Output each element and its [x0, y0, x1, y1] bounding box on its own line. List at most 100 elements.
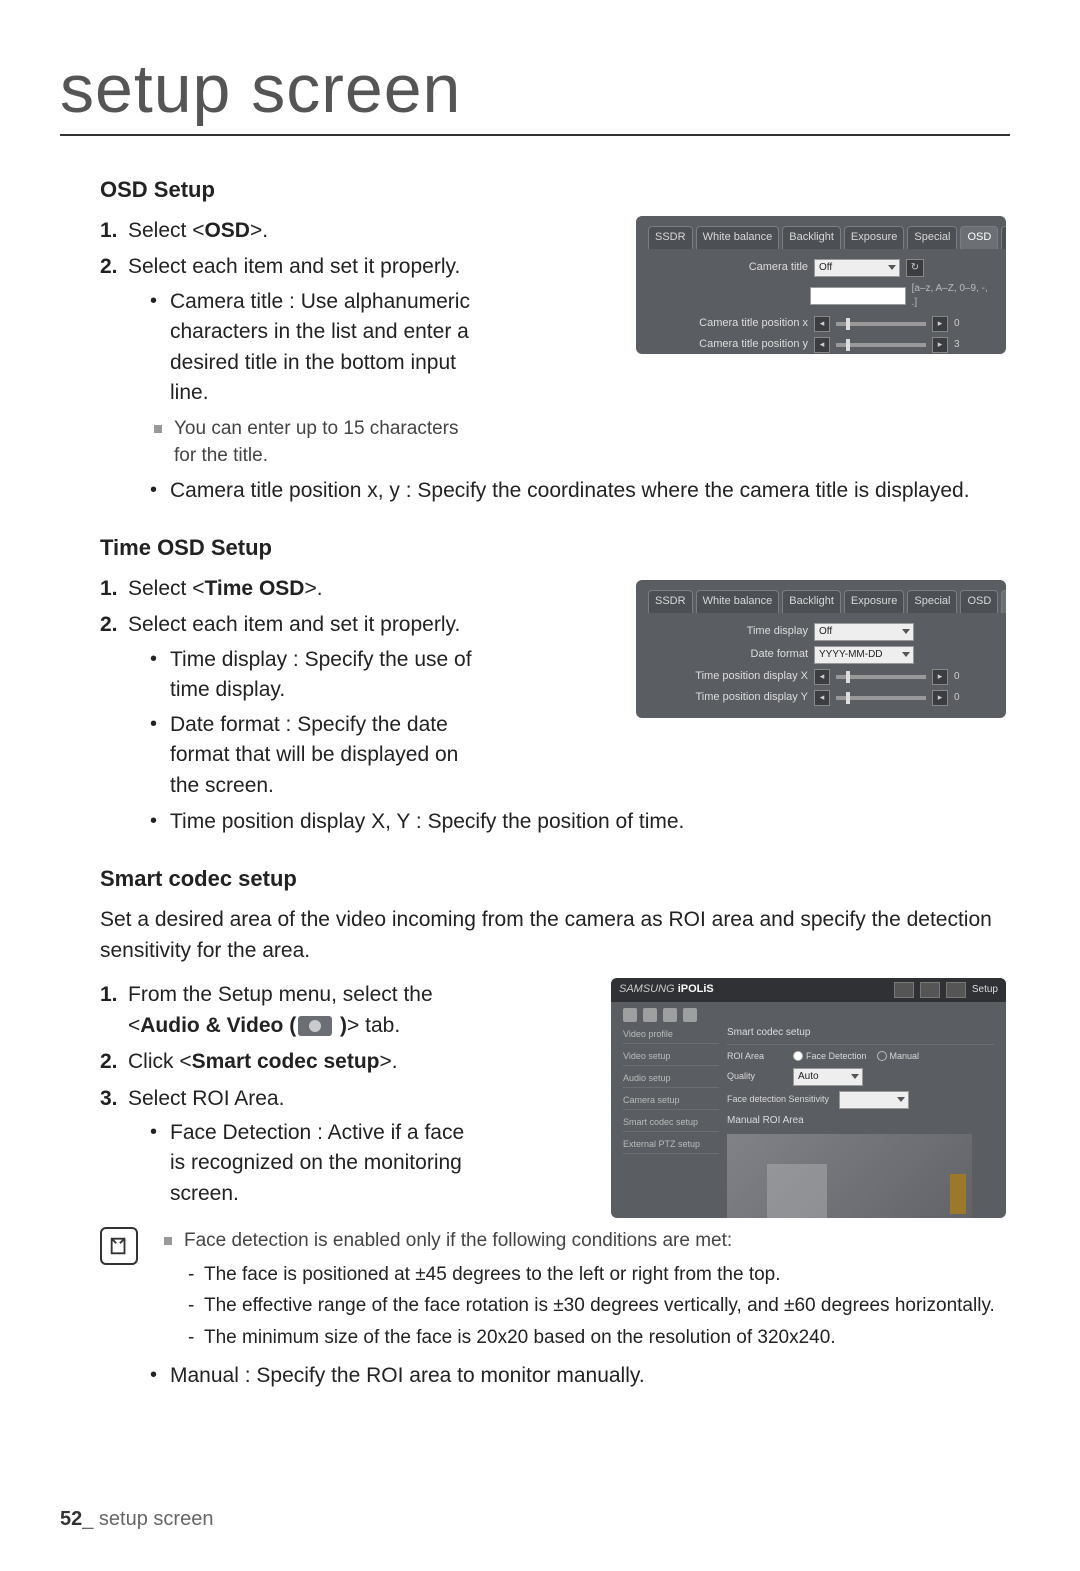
reload-icon[interactable]: ↻ [906, 259, 924, 277]
tab2-exposure[interactable]: Exposure [844, 590, 904, 613]
video-preview[interactable] [727, 1134, 972, 1218]
osd-note-15chars: You can enter up to 15 characters for th… [154, 415, 470, 470]
value-pos-y: 3 [954, 338, 964, 353]
tab2-time-osd[interactable]: Time OSD [1001, 590, 1006, 613]
label-pos-y: Camera title position y [648, 337, 808, 353]
tab2-special[interactable]: Special [907, 590, 957, 613]
osd-step1-bold: OSD [204, 219, 250, 242]
label-pos-x: Camera title position x [648, 316, 808, 332]
label-time-pos-x: Time position display X [648, 669, 808, 685]
dec-x-button[interactable]: ◂ [814, 316, 830, 332]
sidebar-item-video-setup[interactable]: Video setup [623, 1048, 719, 1066]
select-face-sensitivity[interactable] [839, 1091, 909, 1109]
tab2-ssdr[interactable]: SSDR [648, 590, 693, 613]
value-time-pos-x: 0 [954, 670, 964, 685]
smart-step-2: 2. Click <Smart codec setup>. [100, 1047, 475, 1077]
value-time-pos-y: 0 [954, 691, 964, 706]
tab2-backlight[interactable]: Backlight [782, 590, 841, 613]
smart-step2-post: >. [380, 1050, 398, 1073]
smart-step-3: 3. Select ROI Area. Face Detection : Act… [100, 1084, 475, 1210]
smart-dash-minsize: The minimum size of the face is 20x20 ba… [188, 1324, 1000, 1352]
tab-special[interactable]: Special [907, 226, 957, 249]
osd-step1-post: >. [250, 219, 268, 242]
label-face-sensitivity: Face detection Sensitivity [727, 1093, 829, 1106]
sidebar-icon[interactable] [663, 1008, 677, 1022]
sidebar-icon[interactable] [623, 1008, 637, 1022]
page-number: 52 [60, 1508, 82, 1530]
inc-y-button[interactable]: ▸ [932, 337, 948, 353]
sidebar-item-camera-setup[interactable]: Camera setup [623, 1092, 719, 1110]
page-footer: 52_ setup screen [60, 1508, 213, 1531]
slider-pos-y[interactable] [836, 343, 926, 347]
header-icon[interactable] [946, 982, 966, 998]
timeosd-step-1: 1. Select <Time OSD>. [100, 574, 475, 604]
slider-time-pos-y[interactable] [836, 696, 926, 700]
input-camera-title[interactable] [810, 287, 906, 305]
smart-intro: Set a desired area of the video incoming… [100, 905, 1000, 966]
inc-x-button[interactable]: ▸ [932, 316, 948, 332]
select-date-format[interactable]: YYYY-MM-DD [814, 646, 914, 664]
timeosd-step2-text: Select each item and set it properly. [128, 613, 460, 636]
timeosd-heading: Time OSD Setup [100, 532, 1000, 564]
osd-step-1: 1. Select <OSD>. [100, 216, 470, 246]
osd-step2-text: Select each item and set it properly. [128, 255, 460, 278]
header-icon[interactable] [894, 982, 914, 998]
note-icon [100, 1227, 138, 1265]
select-time-display[interactable]: Off [814, 623, 914, 641]
tab-backlight[interactable]: Backlight [782, 226, 841, 249]
tab-exposure[interactable]: Exposure [844, 226, 904, 249]
slider-pos-x[interactable] [836, 322, 926, 326]
pane-title: Smart codec setup [727, 1026, 994, 1045]
tab2-osd[interactable]: OSD [960, 590, 998, 613]
dec-y-button[interactable]: ◂ [814, 337, 830, 353]
smart-step3-text: Select ROI Area. [128, 1087, 284, 1110]
sidebar-icon[interactable] [683, 1008, 697, 1022]
radio-face-detection[interactable]: Face Detection [793, 1050, 867, 1063]
osd-bullet-position: Camera title position x, y : Specify the… [150, 476, 1000, 506]
dec-tx-button[interactable]: ◂ [814, 669, 830, 685]
inc-ty-button[interactable]: ▸ [932, 690, 948, 706]
smart-bullet-face-detection: Face Detection : Active if a face is rec… [150, 1118, 475, 1209]
slider-time-pos-x[interactable] [836, 675, 926, 679]
label-manual-roi-area: Manual ROI Area [727, 1114, 994, 1129]
timeosd-step1-post: >. [304, 577, 322, 600]
hint-allowed-chars: [a–z, A–Z, 0–9, -, .] [912, 282, 994, 311]
smart-bullet-manual: Manual : Specify the ROI area to monitor… [150, 1361, 1000, 1391]
timeosd-bullet-time-display: Time display : Specify the use of time d… [150, 645, 475, 706]
footer-text: _ setup screen [82, 1508, 213, 1530]
screenshot-osd: SSDR White balance Backlight Exposure Sp… [636, 216, 1006, 354]
select-quality[interactable]: Auto [793, 1068, 863, 1086]
tab2-white-balance[interactable]: White balance [696, 590, 780, 613]
label-roi-area: ROI Area [727, 1050, 783, 1063]
label-quality: Quality [727, 1070, 783, 1083]
brand-label: SAMSUNG iPOLiS [619, 982, 714, 998]
label-time-display: Time display [648, 624, 808, 640]
inc-tx-button[interactable]: ▸ [932, 669, 948, 685]
sidebar-item-video-profile[interactable]: Video profile [623, 1026, 719, 1044]
dec-ty-button[interactable]: ◂ [814, 690, 830, 706]
sidebar-item-smart-codec[interactable]: Smart codec setup [623, 1114, 719, 1132]
tab-osd[interactable]: OSD [960, 226, 998, 249]
select-camera-title[interactable]: Off [814, 259, 900, 277]
sidebar-icon[interactable] [643, 1008, 657, 1022]
label-date-format: Date format [648, 647, 808, 663]
smart-step1-bold: Audio & Video ( [140, 1014, 296, 1037]
audio-video-tab-icon [298, 1016, 332, 1036]
radio-manual[interactable]: Manual [877, 1050, 920, 1063]
sidebar-item-external-ptz[interactable]: External PTZ setup [623, 1136, 719, 1154]
tab-ssdr[interactable]: SSDR [648, 226, 693, 249]
smart-step2-bold: Smart codec setup [192, 1050, 380, 1073]
header-setup-button[interactable]: Setup [972, 983, 998, 998]
tab-white-balance[interactable]: White balance [696, 226, 780, 249]
sidebar-item-audio-setup[interactable]: Audio setup [623, 1070, 719, 1088]
tab-time-osd[interactable]: Time OSD [1001, 226, 1006, 249]
header-icon[interactable] [920, 982, 940, 998]
osd-step1-pre: Select < [128, 219, 204, 242]
timeosd-step-2: 2. Select each item and set it properly.… [100, 610, 475, 801]
page-title: setup screen [60, 50, 1010, 136]
timeosd-bullet-date-format: Date format : Specify the date format th… [150, 710, 475, 801]
osd-step-2: 2. Select each item and set it properly.… [100, 252, 470, 469]
timeosd-bullet-position: Time position display X, Y : Specify the… [150, 807, 1000, 837]
osd-bullet-camera-title: Camera title : Use alphanumeric characte… [150, 287, 470, 409]
value-pos-x: 0 [954, 317, 964, 332]
